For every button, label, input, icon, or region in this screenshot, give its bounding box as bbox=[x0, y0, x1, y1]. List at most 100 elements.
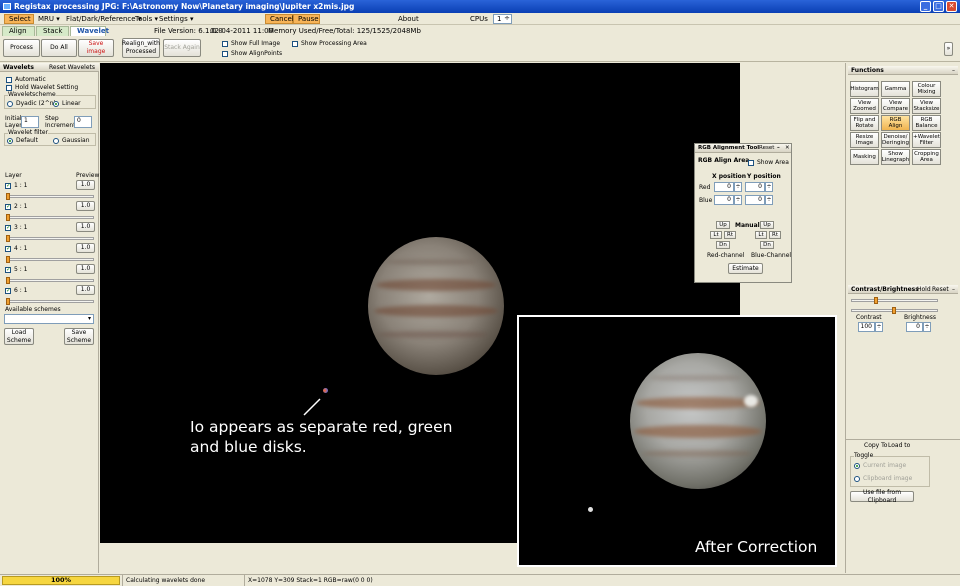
slider-thumb[interactable] bbox=[6, 235, 10, 242]
layer-preview-button[interactable]: 1.0 bbox=[76, 264, 95, 274]
red-up-button[interactable]: Up bbox=[716, 221, 730, 229]
red-right-button[interactable]: Rt bbox=[724, 231, 736, 239]
mru-menu[interactable]: MRU ▾ bbox=[34, 14, 64, 24]
layer-slider[interactable] bbox=[6, 298, 94, 305]
initial-layer-input[interactable]: 1 bbox=[21, 116, 39, 128]
slider-thumb[interactable] bbox=[6, 214, 10, 221]
view-stacksize-button[interactable]: View Stacksize bbox=[912, 98, 941, 114]
rgb-minimize-button[interactable]: – bbox=[777, 144, 780, 153]
layer-slider[interactable] bbox=[6, 277, 94, 284]
show-alignpoints-checkbox[interactable]: Show AlignPoints bbox=[222, 50, 282, 57]
minimize-button[interactable]: _ bbox=[920, 1, 931, 12]
layer-slider[interactable] bbox=[6, 235, 94, 242]
use-file-from-clipboard-button[interactable]: Use file from Clipboard bbox=[850, 489, 914, 504]
expand-panel-button[interactable]: » bbox=[944, 42, 953, 56]
flip-and-rotate-button[interactable]: Flip and Rotate bbox=[850, 115, 879, 131]
slider-thumb[interactable] bbox=[6, 298, 10, 305]
rgb-close-button[interactable]: ✕ bbox=[785, 144, 790, 153]
layer-checkbox[interactable]: ✓ 4 : 1 bbox=[5, 245, 27, 252]
slider-thumb[interactable] bbox=[6, 193, 10, 200]
masking-button[interactable]: Masking bbox=[850, 149, 879, 165]
contrast-hold-button[interactable]: Hold bbox=[917, 285, 931, 294]
save-image-button[interactable]: Save image bbox=[78, 39, 114, 57]
functions-minimize-icon[interactable]: – bbox=[952, 66, 955, 75]
rgb-balance-button[interactable]: RGB Balance bbox=[912, 115, 941, 131]
cropping-area-button[interactable]: Cropping Area bbox=[912, 149, 941, 165]
brightness-input[interactable]: 0 bbox=[906, 322, 923, 332]
close-button[interactable]: ✕ bbox=[946, 1, 957, 12]
layer-preview-button[interactable]: 1.0 bbox=[76, 201, 95, 211]
red-y-input[interactable]: 0 bbox=[745, 182, 765, 192]
blue-x-input[interactable]: 0 bbox=[714, 195, 734, 205]
layer-checkbox[interactable]: ✓ 2 : 1 bbox=[5, 203, 27, 210]
slider-thumb[interactable] bbox=[873, 297, 878, 304]
slider-thumb[interactable] bbox=[892, 307, 896, 314]
about-menu[interactable]: About bbox=[394, 14, 423, 24]
wavelet-filter-button[interactable]: +Wavelet Filter bbox=[912, 132, 941, 148]
reset-wavelets-button[interactable]: Reset Wavelets bbox=[49, 63, 95, 72]
cancel-button[interactable]: Cancel bbox=[265, 14, 294, 24]
layer-preview-button[interactable]: 1.0 bbox=[76, 285, 95, 295]
show-linegraph-button[interactable]: Show Linegraph bbox=[881, 149, 910, 165]
red-x-spinner[interactable]: ÷ bbox=[734, 182, 742, 192]
contrast-minimize-icon[interactable]: – bbox=[952, 285, 955, 294]
tab-align[interactable]: Align bbox=[2, 26, 35, 36]
rgb-align-button[interactable]: RGB Align bbox=[881, 115, 910, 131]
blue-x-spinner[interactable]: ÷ bbox=[734, 195, 742, 205]
layer-slider[interactable] bbox=[6, 214, 94, 221]
save-scheme-button[interactable]: Save Scheme bbox=[64, 328, 94, 345]
layer-checkbox[interactable]: ✓ 1 : 1 bbox=[5, 182, 27, 189]
denoise-deringing-button[interactable]: Denoise/Deringing bbox=[881, 132, 910, 148]
default-radio[interactable]: Default bbox=[7, 137, 38, 144]
cpus-spinner[interactable]: 1 bbox=[493, 14, 512, 24]
process-button[interactable]: Process bbox=[3, 39, 40, 57]
layer-preview-button[interactable]: 1.0 bbox=[76, 243, 95, 253]
slider-thumb[interactable] bbox=[6, 256, 10, 263]
brightness-slider[interactable] bbox=[851, 307, 938, 314]
layer-checkbox[interactable]: ✓ 3 : 1 bbox=[5, 224, 27, 231]
tab-stack[interactable]: Stack bbox=[36, 26, 69, 36]
load-scheme-button[interactable]: Load Scheme bbox=[4, 328, 34, 345]
contrast-slider[interactable] bbox=[851, 297, 938, 304]
colour-mixing-button[interactable]: Colour Mixing bbox=[912, 81, 941, 97]
blue-right-button[interactable]: Rt bbox=[769, 231, 781, 239]
contrast-spinner[interactable]: ÷ bbox=[875, 322, 883, 332]
current-image-radio[interactable]: Current image bbox=[854, 462, 906, 469]
clipboard-image-radio[interactable]: Clipboard image bbox=[854, 475, 912, 482]
blue-y-spinner[interactable]: ÷ bbox=[765, 195, 773, 205]
layer-checkbox[interactable]: ✓ 6 : 1 bbox=[5, 287, 27, 294]
tab-wavelet[interactable]: Wavelet bbox=[70, 26, 109, 36]
brightness-spinner[interactable]: ÷ bbox=[923, 322, 931, 332]
linear-radio[interactable]: Linear bbox=[53, 100, 81, 107]
automatic-checkbox[interactable]: Automatic bbox=[6, 76, 46, 83]
step-increment-input[interactable]: 0 bbox=[74, 116, 92, 128]
maximize-button[interactable]: □ bbox=[933, 1, 944, 12]
red-down-button[interactable]: Dn bbox=[716, 241, 730, 249]
select-menu[interactable]: Select bbox=[4, 14, 34, 24]
contrast-input[interactable]: 100 bbox=[858, 322, 875, 332]
layer-preview-button[interactable]: 1.0 bbox=[76, 180, 95, 190]
settings-menu[interactable]: Settings ▾ bbox=[155, 14, 197, 24]
estimate-button[interactable]: Estimate bbox=[728, 263, 763, 274]
dyadic-radio[interactable]: Dyadic (2^n) bbox=[7, 100, 56, 107]
layer-checkbox[interactable]: ✓ 5 : 1 bbox=[5, 266, 27, 273]
do-all-button[interactable]: Do All bbox=[41, 39, 77, 57]
histogram-button[interactable]: Histogram bbox=[850, 81, 879, 97]
schemes-dropdown[interactable]: ▾ bbox=[4, 314, 94, 324]
pause-button[interactable]: Pause bbox=[293, 14, 320, 24]
layer-slider[interactable] bbox=[6, 256, 94, 263]
show-area-checkbox[interactable]: Show Area bbox=[748, 159, 789, 166]
red-left-button[interactable]: Lt bbox=[710, 231, 722, 239]
load-to-button[interactable]: Load to bbox=[888, 442, 910, 449]
blue-left-button[interactable]: Lt bbox=[755, 231, 767, 239]
rgb-reset-button[interactable]: Reset bbox=[759, 144, 774, 153]
copy-to-button[interactable]: Copy To bbox=[864, 442, 887, 449]
show-full-image-checkbox[interactable]: Show Full Image bbox=[222, 40, 280, 47]
blue-up-button[interactable]: Up bbox=[760, 221, 774, 229]
slider-thumb[interactable] bbox=[6, 277, 10, 284]
gaussian-radio[interactable]: Gaussian bbox=[53, 137, 90, 144]
blue-y-input[interactable]: 0 bbox=[745, 195, 765, 205]
red-y-spinner[interactable]: ÷ bbox=[765, 182, 773, 192]
red-x-input[interactable]: 0 bbox=[714, 182, 734, 192]
view-zoomed-button[interactable]: View Zoomed bbox=[850, 98, 879, 114]
